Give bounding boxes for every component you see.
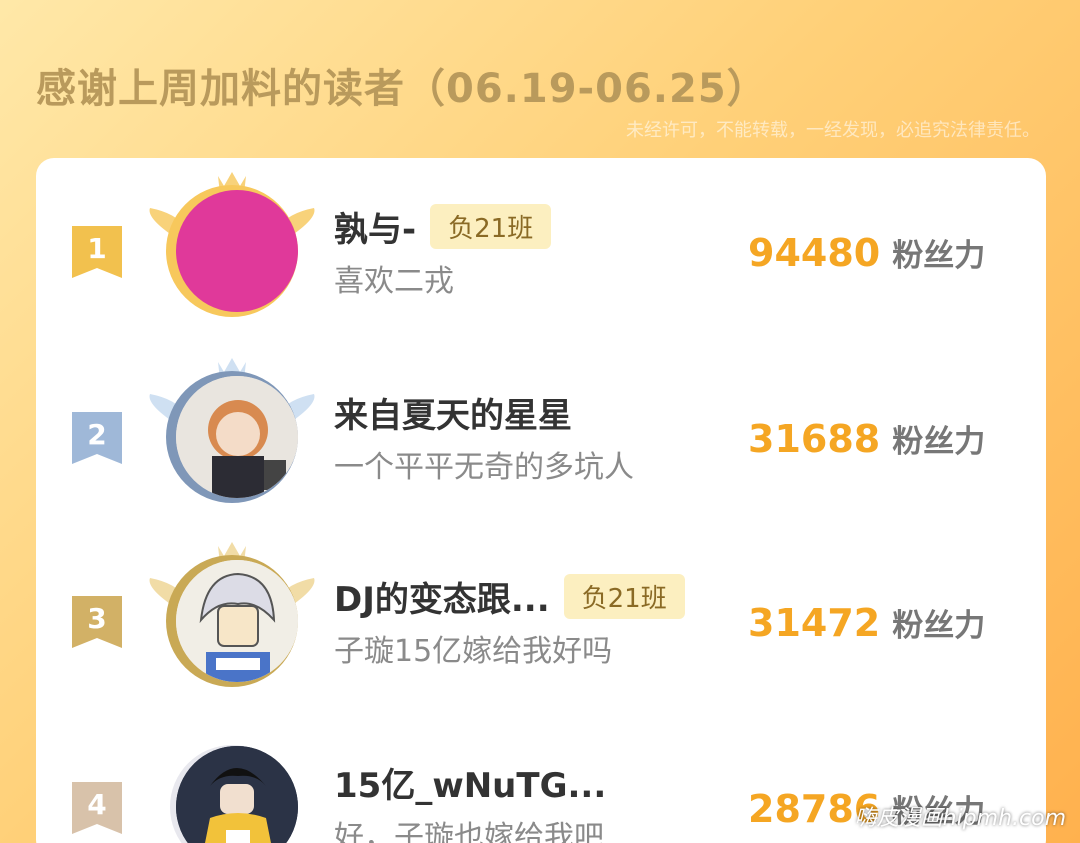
avatar-frame (146, 168, 318, 328)
rank-badge-3: 3 (70, 596, 124, 648)
avatar[interactable] (176, 190, 298, 312)
ranking-row-2[interactable]: 2 来自夏天的星星 一个平平无奇的多坑人 31688 粉丝力 (36, 344, 1046, 514)
reader-motto: 喜欢二戎 (334, 264, 454, 299)
avatar[interactable] (176, 560, 298, 682)
reader-name[interactable]: DJ的变态跟... (334, 572, 550, 621)
fan-score-unit: 粉丝力 (892, 238, 986, 274)
reader-motto: 好，子璇也嫁给我吧 (334, 820, 604, 843)
ranking-card: 1 孰与- 负21班 喜欢二戎 94480 粉丝力 2 来自夏天的星星 一个平平… (36, 158, 1046, 843)
fan-score-unit: 粉丝力 (892, 424, 986, 460)
avatar-frame (146, 538, 318, 698)
ranking-row-1[interactable]: 1 孰与- 负21班 喜欢二戎 94480 粉丝力 (36, 158, 1046, 328)
reader-name[interactable]: 孰与- (334, 202, 416, 251)
site-watermark: 嗨皮漫画hipmh.com (854, 806, 1066, 831)
reader-motto: 一个平平无奇的多坑人 (334, 450, 634, 485)
rank-number: 1 (87, 232, 107, 265)
avatar[interactable] (176, 376, 298, 498)
fan-score: 31472 (748, 601, 881, 645)
copyright-watermark: 未经许可，不能转载，一经发现，必追究法律责任。 (626, 120, 1040, 141)
rank-number: 2 (87, 418, 107, 451)
reader-motto: 子璇15亿嫁给我好吗 (334, 634, 613, 669)
rank-number: 3 (87, 602, 107, 635)
class-tag: 负21班 (563, 574, 685, 619)
fan-score-unit: 粉丝力 (892, 608, 986, 644)
rank-badge-2: 2 (70, 412, 124, 464)
fan-score: 31688 (748, 417, 881, 461)
page-title: 感谢上周加料的读者（06.19-06.25） (36, 66, 768, 112)
rank-badge-4: 4 (70, 782, 124, 834)
rank-badge-1: 1 (70, 226, 124, 278)
class-tag: 负21班 (430, 204, 552, 249)
rank-number: 4 (87, 788, 107, 821)
avatar-frame (146, 354, 318, 514)
ranking-row-3[interactable]: 3 DJ的变态跟... 负21班 子璇15亿嫁给我好吗 31472 粉丝力 (36, 528, 1046, 698)
reader-name[interactable]: 来自夏天的星星 (334, 388, 572, 437)
avatar-frame (146, 724, 318, 843)
reader-name[interactable]: 15亿_wNuTG... (334, 758, 606, 807)
fan-score: 94480 (748, 231, 881, 275)
